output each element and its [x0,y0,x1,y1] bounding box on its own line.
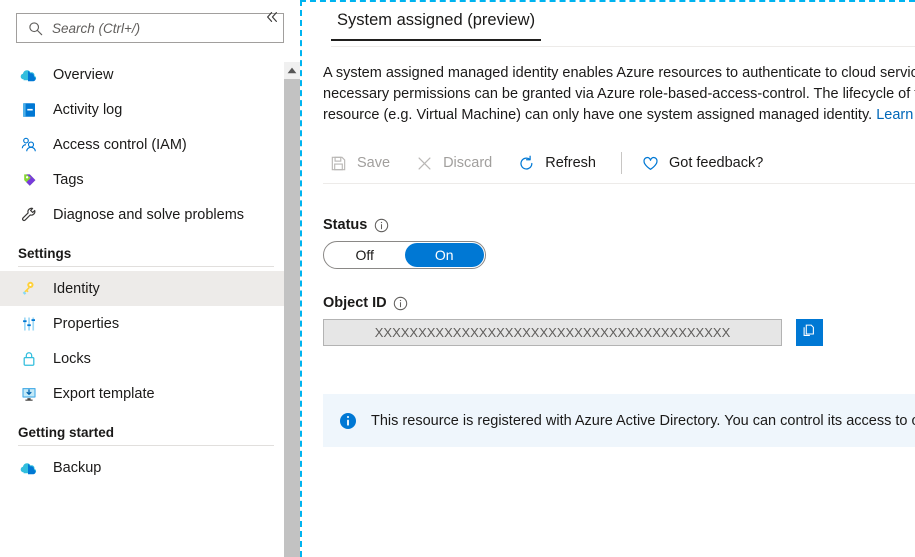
sidebar-item-label: Overview [53,67,113,83]
sidebar-item-activity-log[interactable]: Activity log [0,92,300,127]
sidebar-item-label: Access control (IAM) [53,137,187,153]
object-id-input[interactable]: XXXXXXXXXXXXXXXXXXXXXXXXXXXXXXXXXXXXXXXX… [323,319,782,346]
command-separator [621,152,622,174]
scroll-up-arrow-icon[interactable] [284,62,300,79]
sidebar-item-label: Tags [53,172,84,188]
save-label: Save [357,155,390,171]
object-id-label-row: Object ID [323,295,915,311]
sidebar-item-label: Backup [53,460,101,476]
got-feedback-label: Got feedback? [669,155,763,171]
lock-icon [18,348,40,370]
search-row: Search (Ctrl+/) [0,0,300,43]
refresh-icon [515,152,537,174]
sidebar-scrollbar-thumb[interactable] [284,79,300,557]
info-banner-text: This resource is registered with Azure A… [371,413,915,429]
managed-identities-link[interactable]: Learn more about Managed identities [876,107,915,123]
got-feedback-button[interactable]: Got feedback? [635,147,773,179]
sliders-icon [18,313,40,335]
info-icon[interactable] [393,295,409,311]
save-button[interactable]: Save [323,147,400,179]
sidebar-group-title-getting-started: Getting started [0,411,300,445]
copy-icon [801,322,818,344]
tab-label: System assigned (preview) [337,11,535,29]
sidebar-item-label: Diagnose and solve problems [53,207,244,223]
key-icon [18,278,40,300]
sidebar-item-label: Properties [53,316,119,332]
tab-system-assigned[interactable]: System assigned (preview) [331,11,541,41]
info-filled-icon [339,412,357,430]
identity-blade-content: System assigned (preview) A system assig… [300,0,915,557]
sidebar-item-label: Identity [53,281,100,297]
cloud-icon [18,64,40,86]
object-id-row: XXXXXXXXXXXXXXXXXXXXXXXXXXXXXXXXXXXXXXXX… [323,319,823,346]
wrench-icon [18,204,40,226]
status-option-on[interactable]: On [405,243,485,267]
search-icon [25,18,45,38]
export-template-icon [18,383,40,405]
sidebar-item-label: Locks [53,351,91,367]
status-toggle[interactable]: Off On [323,241,486,269]
save-icon [327,152,349,174]
search-placeholder-text: Search (Ctrl+/) [45,21,140,36]
focus-outline-top [300,0,915,2]
sidebar-group-divider [18,445,274,446]
discard-button[interactable]: Discard [409,147,502,179]
sidebar-item-overview[interactable]: Overview [0,57,300,92]
discard-icon [413,152,435,174]
sidebar-scrollbar[interactable] [284,62,300,557]
refresh-label: Refresh [545,155,596,171]
sidebar-item-backup[interactable]: Backup [0,450,300,485]
sidebar-item-locks[interactable]: Locks [0,341,300,376]
book-icon [18,99,40,121]
sidebar-item-properties[interactable]: Properties [0,306,300,341]
blade-description: A system assigned managed identity enabl… [323,63,915,126]
focus-outline-left [300,0,302,557]
blade-inner: System assigned (preview) A system assig… [300,0,915,557]
sidebar-item-access-control[interactable]: Access control (IAM) [0,127,300,162]
sidebar-item-export-template[interactable]: Export template [0,376,300,411]
collapse-menu-button[interactable] [262,7,282,27]
discard-label: Discard [443,155,492,171]
command-bar-divider [323,183,915,184]
status-label-row: Status [323,217,915,233]
object-id-label: Object ID [323,295,387,311]
command-bar: Save Discard [323,143,915,183]
azure-portal-identity-blade: Search (Ctrl+/) Overview [0,0,915,557]
object-id-field: Object ID XXXXXXXXXXXXXXXXXXXXXXXXXXXXXX… [323,295,915,346]
copy-object-id-button[interactable] [796,319,823,346]
sidebar-item-tags[interactable]: Tags [0,162,300,197]
status-option-off[interactable]: Off [325,243,405,267]
sidebar-item-diagnose[interactable]: Diagnose and solve problems [0,197,300,232]
description-text-before-link: A system assigned managed identity enabl… [323,65,915,123]
resource-menu-sidebar: Search (Ctrl+/) Overview [0,0,300,557]
tag-icon [18,169,40,191]
tab-strip-divider [331,46,915,47]
refresh-button[interactable]: Refresh [511,147,606,179]
primary-nav-list: Overview Activity log [0,57,300,485]
sidebar-item-label: Activity log [53,102,122,118]
status-field: Status Off On [323,217,915,269]
tab-strip: System assigned (preview) [323,0,915,48]
status-label: Status [323,217,367,233]
people-icon [18,134,40,156]
info-icon[interactable] [373,217,389,233]
search-input[interactable]: Search (Ctrl+/) [16,13,284,43]
cloud-icon [18,457,40,479]
sidebar-group-divider [18,266,274,267]
sidebar-item-identity[interactable]: Identity [0,271,300,306]
sidebar-group-title-settings: Settings [0,232,300,266]
heart-icon [639,152,661,174]
sidebar-item-label: Export template [53,386,155,402]
info-banner: This resource is registered with Azure A… [323,394,915,447]
